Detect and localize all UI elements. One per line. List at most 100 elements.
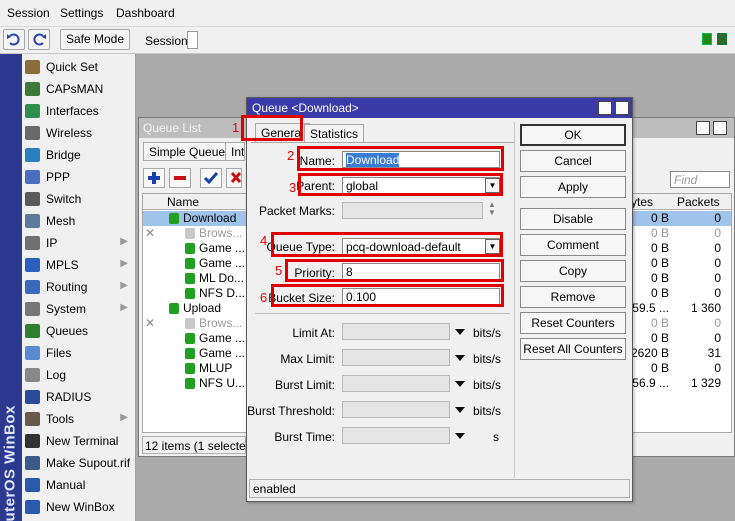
highlight-queue-type — [271, 232, 503, 257]
sidebar-item-label: Files — [46, 346, 72, 360]
redo-button[interactable] — [28, 29, 50, 50]
queue-bytes: 0 B — [650, 361, 669, 375]
safe-mode-button[interactable]: Safe Mode — [60, 29, 130, 50]
find-input[interactable]: Find — [670, 171, 730, 188]
enable-button[interactable] — [200, 168, 222, 188]
queue-packets: 0 — [714, 256, 721, 270]
sidebar-item-mesh[interactable]: Mesh — [22, 210, 136, 232]
column-packets[interactable]: Packets — [677, 195, 720, 209]
queue-name: ML Do... — [199, 271, 244, 285]
dropdown-arrow-icon[interactable] — [455, 433, 465, 439]
sidebar-item-new-winbox[interactable]: New WinBox — [22, 496, 136, 518]
add-button[interactable] — [143, 168, 165, 188]
mesh-icon — [25, 214, 40, 228]
sidebar-item-ip[interactable]: IP ▶ — [22, 232, 136, 254]
disable-button[interactable] — [226, 168, 242, 188]
sidebar-item-wireless[interactable]: Wireless — [22, 122, 136, 144]
menu-dashboard[interactable]: Dashboard — [116, 6, 175, 20]
max-limit-field[interactable] — [342, 349, 450, 366]
burst-time-field[interactable] — [342, 427, 450, 444]
menu-settings[interactable]: Settings — [60, 6, 103, 20]
apply-button[interactable]: Apply — [520, 176, 626, 198]
sidebar-item-files[interactable]: Files — [22, 342, 136, 364]
sidebar-item-manual[interactable]: Manual — [22, 474, 136, 496]
sidebar-item-label: IP — [46, 236, 58, 250]
limit-at-unit: bits/s — [473, 326, 502, 340]
sidebar-item-system[interactable]: System ▶ — [22, 298, 136, 320]
highlight-general-tab — [241, 115, 303, 141]
updown-icon[interactable]: ▲ ▼ — [488, 201, 496, 217]
disabled-x-icon: ✕ — [145, 226, 156, 240]
undo-button[interactable] — [3, 29, 25, 50]
packet-marks-field[interactable] — [342, 202, 483, 219]
highlight-priority — [285, 259, 504, 282]
comment-button[interactable]: Comment — [520, 234, 626, 256]
sidebar-item-log[interactable]: Log — [22, 364, 136, 386]
submenu-arrow-icon: ▶ — [120, 236, 128, 247]
maximize-icon[interactable]: ▫ — [598, 101, 612, 115]
sidebar-item-switch[interactable]: Switch — [22, 188, 136, 210]
sidebar-item-ppp[interactable]: PPP — [22, 166, 136, 188]
maximize-icon[interactable]: ▫ — [696, 121, 710, 135]
sidebar-item-capsman[interactable]: CAPsMAN — [22, 78, 136, 100]
sidebar-item-routing[interactable]: Routing ▶ — [22, 276, 136, 298]
copy-button[interactable]: Copy — [520, 260, 626, 282]
close-icon[interactable]: ✕ — [615, 101, 629, 115]
ppp-icon — [25, 170, 40, 184]
minus-icon — [174, 176, 186, 180]
terminal-icon — [25, 434, 40, 448]
annotation-3: 3 — [289, 180, 297, 195]
sidebar-item-mpls[interactable]: MPLS ▶ — [22, 254, 136, 276]
sidebar-item-queues[interactable]: Queues — [22, 320, 136, 342]
sidebar-item-radius[interactable]: RADIUS — [22, 386, 136, 408]
queue-name: Game ... — [199, 346, 246, 360]
session-label: Session: — [145, 34, 192, 48]
dropdown-arrow-icon[interactable] — [455, 381, 465, 387]
menu-session[interactable]: Session — [7, 6, 50, 20]
close-icon[interactable]: ✕ — [713, 121, 727, 135]
dropdown-arrow-icon[interactable] — [455, 407, 465, 413]
sidebar-item-label: Interfaces — [46, 104, 99, 118]
queue-icon — [185, 258, 195, 269]
sidebar-item-interfaces[interactable]: Interfaces — [22, 100, 136, 122]
remove-button[interactable] — [169, 168, 191, 188]
burst-limit-field[interactable] — [342, 375, 450, 392]
limit-at-field[interactable] — [342, 323, 450, 340]
cancel-button[interactable]: Cancel — [520, 150, 626, 172]
queue-bytes: 0 B — [650, 271, 669, 285]
sidebar-item-label: New Terminal — [46, 434, 119, 448]
sidebar-item-make-supout-rif[interactable]: Make Supout.rif — [22, 452, 136, 474]
status-green-icon — [717, 33, 727, 45]
queue-name: Brows... — [199, 316, 243, 330]
mpls-icon — [25, 258, 40, 272]
burst-threshold-label: Burst Threshold: — [247, 404, 335, 418]
queue-name: NFS D... — [199, 286, 246, 300]
dropdown-arrow-icon[interactable] — [455, 355, 465, 361]
supout-icon — [25, 456, 40, 470]
files-icon — [25, 346, 40, 360]
session-field[interactable] — [187, 31, 198, 49]
remove-button[interactable]: Remove — [520, 286, 626, 308]
sidebar-item-tools[interactable]: Tools ▶ — [22, 408, 136, 430]
burst-threshold-field[interactable] — [342, 401, 450, 418]
sidebar-item-bridge[interactable]: Bridge — [22, 144, 136, 166]
capsman-icon — [25, 82, 40, 96]
annotation-2: 2 — [287, 148, 295, 163]
disable-button[interactable]: Disable — [520, 208, 626, 230]
column-name[interactable]: Name — [167, 195, 199, 209]
sidebar-item-new-terminal[interactable]: New Terminal — [22, 430, 136, 452]
column-bytes[interactable]: ytes — [631, 195, 653, 209]
tab-statistics[interactable]: Statistics — [304, 124, 365, 143]
reset-all-counters-button[interactable]: Reset All Counters — [520, 338, 626, 360]
ok-button[interactable]: OK — [520, 124, 626, 146]
sidebar-item-quick-set[interactable]: Quick Set — [22, 56, 136, 78]
dropdown-arrow-icon[interactable] — [455, 329, 465, 335]
brand-strip: RouterOS WinBox — [0, 54, 22, 521]
submenu-arrow-icon: ▶ — [120, 302, 128, 313]
queue-bytes: 0 B — [650, 226, 669, 240]
tab-interface-queues[interactable]: Inte — [225, 142, 245, 161]
queue-icon — [185, 228, 195, 239]
reset-counters-button[interactable]: Reset Counters — [520, 312, 626, 334]
tab-simple-queues[interactable]: Simple Queues — [143, 142, 238, 161]
queue-packets: 0 — [714, 211, 721, 225]
